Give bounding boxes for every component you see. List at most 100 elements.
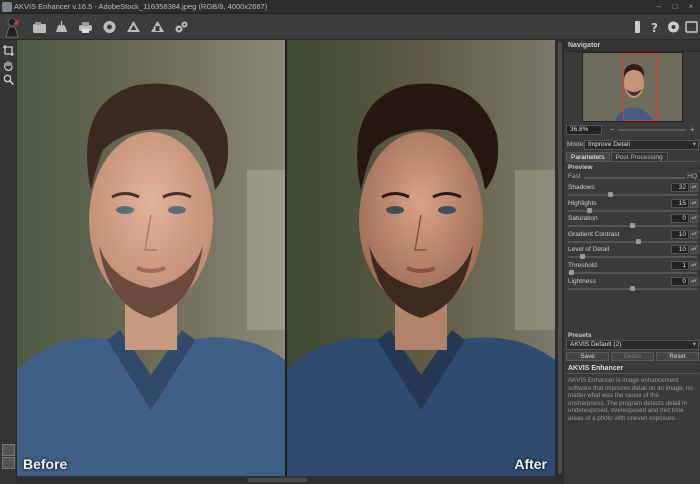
parameters-list: Preview Fast HQ Shadows 32 ▴▾ Highlights 15 ▴… xyxy=(566,164,699,292)
param-row-gradient-contrast: Gradient Contrast 10 ▴▾ xyxy=(566,229,699,246)
plugin-button[interactable] xyxy=(148,19,166,35)
batch-icon xyxy=(126,21,140,32)
param-label: Lightness xyxy=(568,277,596,285)
toggle-view-icon xyxy=(684,21,698,33)
mode-select[interactable]: Improve Detail xyxy=(584,140,699,150)
after-image-pane[interactable]: After xyxy=(287,40,555,476)
zoom-out-icon[interactable]: − xyxy=(610,125,615,135)
open-button[interactable] xyxy=(30,19,48,35)
single-view-button[interactable] xyxy=(2,457,15,469)
share-button[interactable] xyxy=(100,19,118,35)
param-label: Highlights xyxy=(568,199,597,207)
param-row-saturation: Saturation 0 ▴▾ xyxy=(566,214,699,230)
gears-button[interactable] xyxy=(172,19,190,35)
description-section: AKVIS Enhancer AKVIS Enhancer is image e… xyxy=(566,365,699,423)
param-label: Shadows xyxy=(568,184,595,191)
param-spinner[interactable]: ▴▾ xyxy=(690,276,698,286)
param-value-field[interactable]: 1 xyxy=(671,260,689,270)
save-button[interactable] xyxy=(52,19,70,35)
help-icon: ? xyxy=(651,21,658,34)
param-row-lightness: Lightness 0 ▴▾ xyxy=(566,276,699,293)
param-value-field[interactable]: 0 xyxy=(671,214,689,224)
title-bar: AKVIS Enhancer v.16.5 - AdobeStock_11635… xyxy=(0,0,700,14)
preview-hq-label: HQ xyxy=(687,173,697,180)
param-spinner[interactable]: ▴▾ xyxy=(690,183,698,192)
close-button[interactable]: × xyxy=(684,1,698,12)
zoom-slider[interactable] xyxy=(618,129,686,131)
preview-label: Preview xyxy=(568,164,593,171)
save-icon xyxy=(55,21,67,32)
image-canvas[interactable]: Before After xyxy=(17,40,557,476)
split-view-button[interactable] xyxy=(2,444,15,456)
reset-preset-button[interactable]: Reset xyxy=(656,352,699,361)
window-title: AKVIS Enhancer v.16.5 - AdobeStock_11635… xyxy=(14,2,268,11)
param-slider-knob[interactable] xyxy=(630,223,635,229)
param-spinner[interactable]: ▴▾ xyxy=(690,198,698,208)
left-tool-strip xyxy=(0,40,17,484)
navigator-preview[interactable] xyxy=(582,52,683,122)
delete-preset-button[interactable]: Delete xyxy=(611,352,654,361)
batch-button[interactable] xyxy=(124,19,142,35)
preset-select[interactable]: AKVIS Default (2) xyxy=(566,340,699,350)
param-slider-knob[interactable] xyxy=(586,207,592,213)
settings-tabs: Parameters Post Processing xyxy=(566,152,699,162)
param-spinner[interactable]: ▴▾ xyxy=(690,245,698,255)
preferences-icon xyxy=(667,21,679,33)
run-button[interactable] xyxy=(628,19,646,35)
param-spinner[interactable]: ▴▾ xyxy=(690,229,698,239)
tab-parameters[interactable]: Parameters xyxy=(566,152,610,161)
minimize-button[interactable]: – xyxy=(652,1,666,12)
param-value-field[interactable]: 15 xyxy=(671,198,689,208)
param-slider-track[interactable] xyxy=(568,256,697,259)
zoom-control: 36.8% − + xyxy=(566,125,699,136)
hand-tool[interactable] xyxy=(2,59,15,72)
navigator-view-frame[interactable] xyxy=(623,53,657,121)
print-icon xyxy=(78,22,92,33)
maximize-button[interactable]: □ xyxy=(668,1,682,12)
param-value-field[interactable]: 10 xyxy=(671,245,689,255)
horizontal-scroll-thumb[interactable] xyxy=(247,478,307,482)
share-icon xyxy=(103,21,115,33)
presets-label: Presets xyxy=(568,332,592,339)
navigator-title: Navigator xyxy=(564,40,700,52)
help-button[interactable]: ? xyxy=(645,19,663,35)
param-row-level-of-detail: Level of Detail 10 ▴▾ xyxy=(566,245,699,261)
preview-fast-label: Fast xyxy=(568,173,581,180)
save-preset-button[interactable]: Save xyxy=(566,352,609,361)
zoom-value[interactable]: 36.8% xyxy=(566,125,602,135)
param-value-field[interactable]: 32 xyxy=(671,183,689,192)
zoom-tool[interactable] xyxy=(2,73,15,86)
param-slider-knob[interactable] xyxy=(630,285,635,291)
param-spinner[interactable]: ▴▾ xyxy=(690,260,698,270)
settings-panel: Navigator 36.8% − + Mode: Improve Detail… xyxy=(563,40,700,484)
run-icon xyxy=(634,21,640,33)
zoom-in-icon[interactable]: + xyxy=(690,125,695,135)
param-spinner[interactable]: ▴▾ xyxy=(690,214,698,224)
settings-gears-icon xyxy=(175,21,187,33)
preview-quality-track[interactable] xyxy=(584,177,685,179)
svg-text:?: ? xyxy=(651,21,658,34)
hand-icon xyxy=(3,61,13,71)
tab-post-processing[interactable]: Post Processing xyxy=(610,152,668,161)
vertical-scroll-thumb[interactable] xyxy=(558,42,562,474)
param-slider-knob[interactable] xyxy=(607,192,613,197)
description-text: AKVIS Enhancer is image enhancement soft… xyxy=(568,377,693,422)
open-icon xyxy=(32,22,46,33)
param-value-field[interactable]: 0 xyxy=(671,276,689,286)
toggle-view-button[interactable] xyxy=(682,19,700,35)
description-title: AKVIS Enhancer xyxy=(566,365,699,374)
param-value-field[interactable]: 10 xyxy=(671,229,689,239)
param-slider-track[interactable] xyxy=(568,240,697,243)
param-label: Threshold xyxy=(568,261,597,269)
print-button[interactable] xyxy=(76,19,94,35)
crop-tool[interactable] xyxy=(2,44,15,57)
param-slider-knob[interactable] xyxy=(580,254,586,260)
preferences-button[interactable] xyxy=(664,19,682,35)
param-slider-track[interactable] xyxy=(568,271,697,274)
horizontal-scrollbar[interactable] xyxy=(17,476,563,484)
param-slider-knob[interactable] xyxy=(569,269,575,275)
param-slider-knob[interactable] xyxy=(636,238,642,244)
preview-quality-slider[interactable]: Fast HQ xyxy=(566,173,699,183)
before-image-pane[interactable]: Before xyxy=(17,40,285,476)
param-slider-track[interactable] xyxy=(568,194,697,196)
